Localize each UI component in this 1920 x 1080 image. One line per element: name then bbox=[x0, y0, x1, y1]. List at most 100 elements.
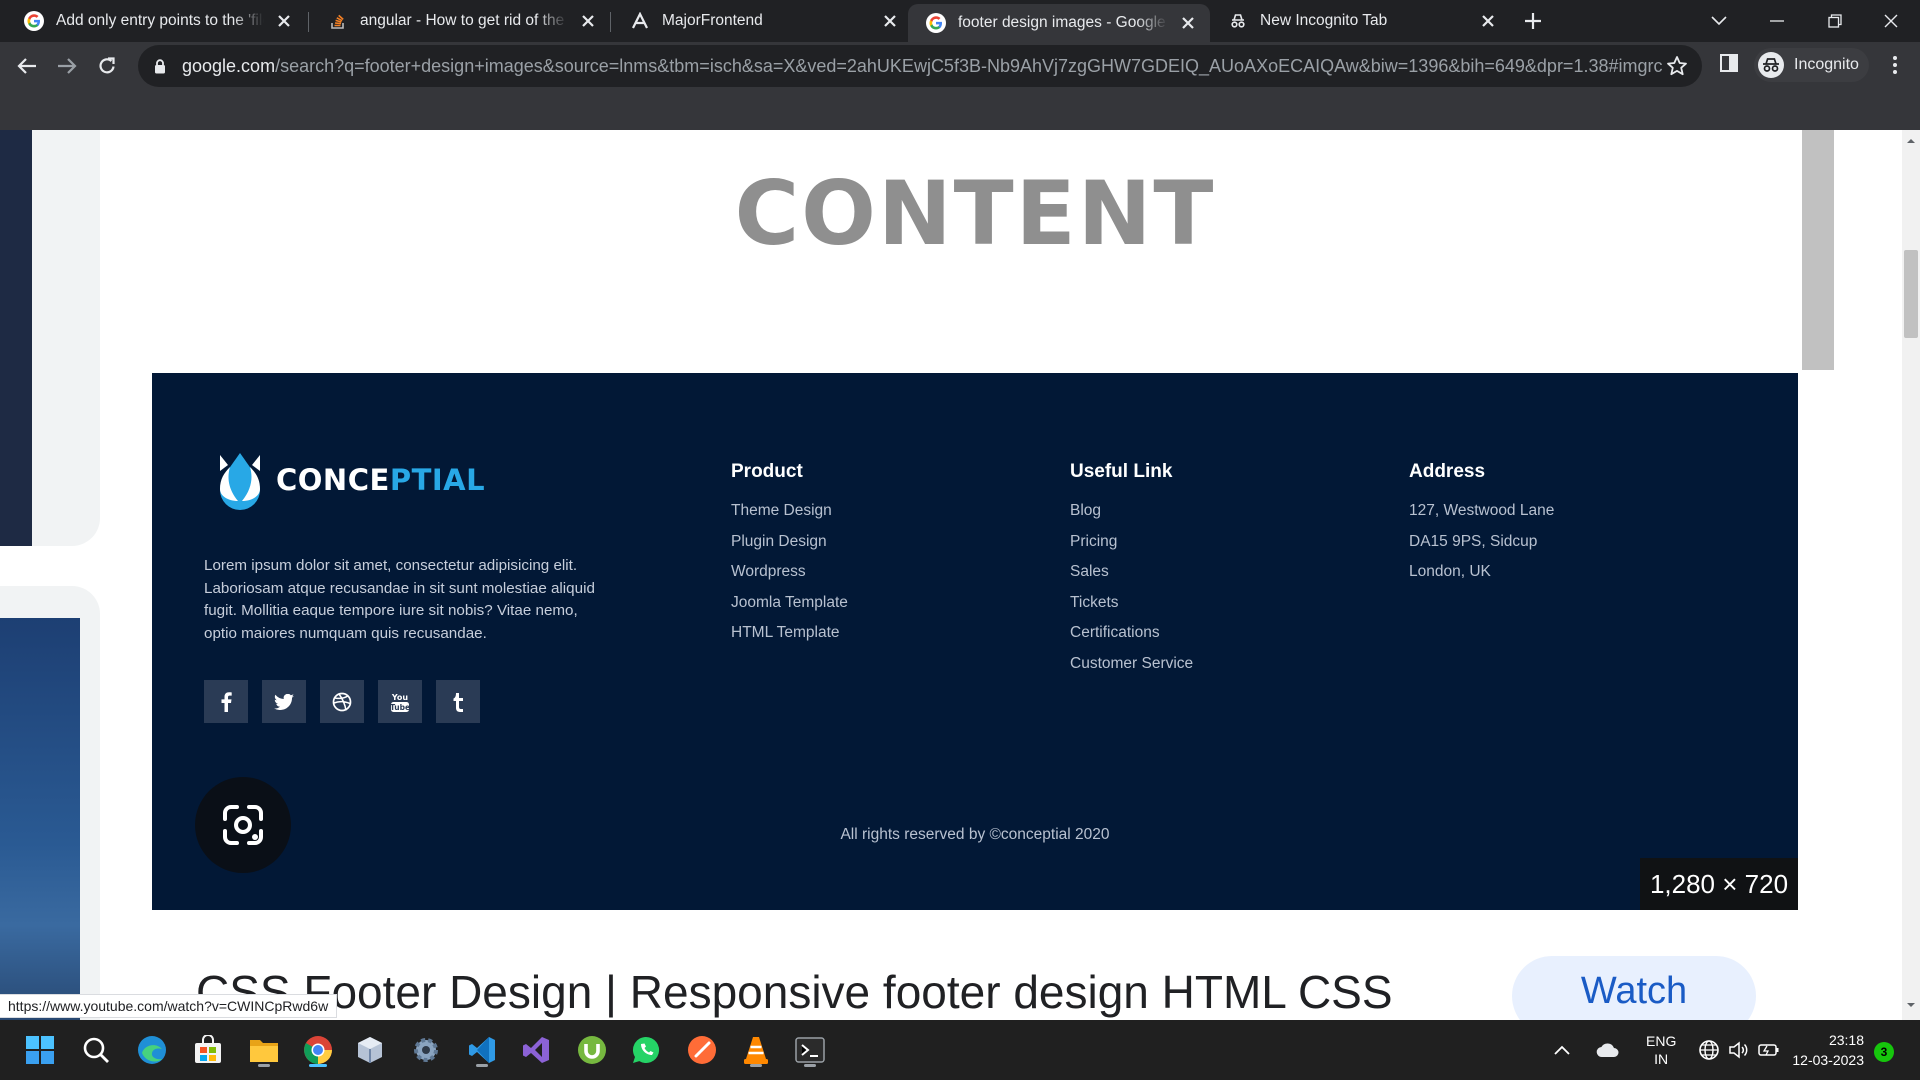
system-tray: ENG IN bbox=[1550, 1020, 1780, 1080]
result-thumbnail[interactable] bbox=[0, 130, 32, 546]
arrow-left-icon bbox=[17, 58, 36, 74]
tab-title: MajorFrontend bbox=[662, 12, 763, 29]
tab-add-entry-points[interactable]: Add only entry points to the 'files' or … bbox=[6, 0, 306, 42]
clock[interactable]: 23:18 12-03-2023 bbox=[1784, 1030, 1864, 1070]
side-panel-icon bbox=[1720, 54, 1738, 72]
result-thumbnail[interactable] bbox=[0, 618, 80, 1020]
clock-time: 23:18 bbox=[1828, 1032, 1864, 1048]
notification-badge[interactable]: 3 bbox=[1874, 1042, 1894, 1062]
incognito-profile-button[interactable]: Incognito bbox=[1754, 48, 1869, 82]
address-line: London, UK bbox=[1409, 563, 1491, 581]
tab-title: footer design images - Google Search bbox=[958, 14, 1168, 31]
tab-angular-warning[interactable]: angular - How to get rid of the warning bbox=[310, 0, 610, 42]
active-indicator bbox=[309, 1064, 327, 1067]
tab-search-button[interactable] bbox=[1694, 0, 1744, 42]
settings-icon[interactable] bbox=[406, 1030, 446, 1070]
arrow-right-icon bbox=[58, 58, 77, 74]
google-lens-button[interactable] bbox=[195, 777, 291, 873]
address-column: Address 127, Westwood Lane DA15 9PS, Sid… bbox=[1409, 461, 1554, 593]
browser-menu-button[interactable] bbox=[1882, 50, 1908, 80]
tumblr-icon bbox=[436, 680, 480, 723]
page-scrollbar[interactable] bbox=[1902, 130, 1920, 1020]
youtube-icon: You Tube bbox=[378, 680, 422, 723]
minimize-button[interactable] bbox=[1752, 0, 1802, 42]
address-line: DA15 9PS, Sidcup bbox=[1409, 532, 1538, 550]
vlc-icon[interactable] bbox=[736, 1030, 776, 1070]
whatsapp-icon[interactable] bbox=[626, 1030, 666, 1070]
url-host: google.com bbox=[182, 55, 276, 76]
about-text: Lorem ipsum dolor sit amet, consectetur … bbox=[204, 557, 595, 642]
close-icon[interactable] bbox=[1474, 7, 1502, 35]
search-icon[interactable] bbox=[76, 1030, 116, 1070]
chevron-up-icon[interactable] bbox=[1554, 1045, 1570, 1055]
language-indicator[interactable]: ENG IN bbox=[1646, 1032, 1676, 1068]
link-status-bar: https://www.youtube.com/watch?v=CWINCpRw… bbox=[0, 994, 338, 1018]
virtualbox-icon[interactable] bbox=[350, 1030, 390, 1070]
svg-text:You: You bbox=[391, 693, 409, 702]
postman-icon[interactable] bbox=[682, 1030, 722, 1070]
chevron-down-icon bbox=[1711, 16, 1727, 26]
address-bar[interactable]: google.com/search?q=footer+design+images… bbox=[138, 45, 1702, 87]
twitter-icon bbox=[262, 680, 306, 723]
chrome-icon[interactable] bbox=[298, 1030, 338, 1070]
running-indicator bbox=[804, 1064, 816, 1067]
bookmark-star-icon[interactable] bbox=[1666, 55, 1688, 77]
product-column: Product Theme Design Plugin Design Wordp… bbox=[731, 461, 848, 654]
tab-majorfrontend[interactable]: MajorFrontend bbox=[612, 0, 912, 42]
onedrive-cloud-icon[interactable] bbox=[1596, 1042, 1620, 1058]
vscode-icon[interactable] bbox=[462, 1030, 502, 1070]
battery-icon[interactable] bbox=[1758, 1042, 1780, 1058]
tab-title: New Incognito Tab bbox=[1260, 12, 1388, 29]
back-button[interactable] bbox=[9, 48, 45, 84]
footer-link: Wordpress bbox=[731, 563, 806, 581]
close-icon[interactable] bbox=[876, 7, 904, 35]
reload-button[interactable] bbox=[89, 48, 125, 84]
new-tab-button[interactable] bbox=[1508, 0, 1558, 42]
language-line1: ENG bbox=[1646, 1033, 1677, 1049]
footer-link: HTML Template bbox=[731, 624, 840, 642]
visual-studio-icon[interactable] bbox=[516, 1030, 556, 1070]
running-indicator bbox=[476, 1064, 488, 1067]
preview-content-area: CONTENT bbox=[152, 130, 1798, 373]
window-close-button[interactable] bbox=[1866, 0, 1916, 42]
close-icon[interactable] bbox=[270, 7, 298, 35]
side-panel-button[interactable] bbox=[1716, 50, 1742, 76]
preview-scrollbar[interactable] bbox=[1802, 130, 1834, 370]
running-indicator bbox=[750, 1064, 762, 1067]
tab-footer-design-images[interactable]: footer design images - Google Search bbox=[908, 4, 1210, 42]
water-drop-logo-icon bbox=[220, 453, 260, 510]
scroll-down-icon[interactable] bbox=[1906, 1000, 1916, 1010]
terminal-icon[interactable] bbox=[790, 1030, 830, 1070]
svg-text:Tube: Tube bbox=[390, 703, 410, 712]
image-preview[interactable]: CONTENT CONCEPTIAL Lorem ipsum dolor sit… bbox=[152, 130, 1798, 910]
scrollbar-thumb[interactable] bbox=[1904, 250, 1918, 338]
tab-separator bbox=[610, 12, 611, 32]
incognito-label: Incognito bbox=[1794, 56, 1859, 73]
watch-button[interactable]: Watch bbox=[1512, 956, 1756, 1020]
running-indicator bbox=[258, 1064, 270, 1067]
speaker-icon[interactable] bbox=[1728, 1041, 1748, 1059]
scroll-up-icon[interactable] bbox=[1906, 136, 1916, 146]
close-icon[interactable] bbox=[574, 7, 602, 35]
store-icon[interactable] bbox=[188, 1030, 228, 1070]
utorrent-icon[interactable] bbox=[572, 1030, 612, 1070]
brand-wordmark-blue: PTIAL bbox=[389, 463, 486, 497]
language-line2: IN bbox=[1654, 1051, 1669, 1067]
brand-wordmark-white: CONCE bbox=[276, 463, 390, 497]
file-explorer-icon[interactable] bbox=[244, 1030, 284, 1070]
lens-icon bbox=[223, 805, 263, 845]
result-title-link[interactable]: CSS Footer Design | Responsive footer de… bbox=[196, 965, 1393, 1019]
tab-new-incognito[interactable]: New Incognito Tab bbox=[1210, 0, 1510, 42]
brand-wordmark: CONCEPTIAL bbox=[276, 463, 485, 497]
url-text[interactable]: google.com/search?q=footer+design+images… bbox=[182, 56, 1662, 77]
forward-button[interactable] bbox=[49, 48, 85, 84]
clock-date: 12-03-2023 bbox=[1792, 1052, 1864, 1068]
windows-start-icon[interactable] bbox=[20, 1030, 60, 1070]
close-icon[interactable] bbox=[1174, 9, 1202, 37]
url-path: /search?q=footer+design+images&source=ln… bbox=[275, 55, 1662, 76]
plus-icon bbox=[1525, 13, 1541, 29]
restore-button[interactable] bbox=[1810, 0, 1860, 42]
edge-icon[interactable] bbox=[132, 1030, 172, 1070]
network-globe-icon[interactable] bbox=[1698, 1039, 1720, 1061]
lock-icon[interactable] bbox=[152, 58, 168, 74]
